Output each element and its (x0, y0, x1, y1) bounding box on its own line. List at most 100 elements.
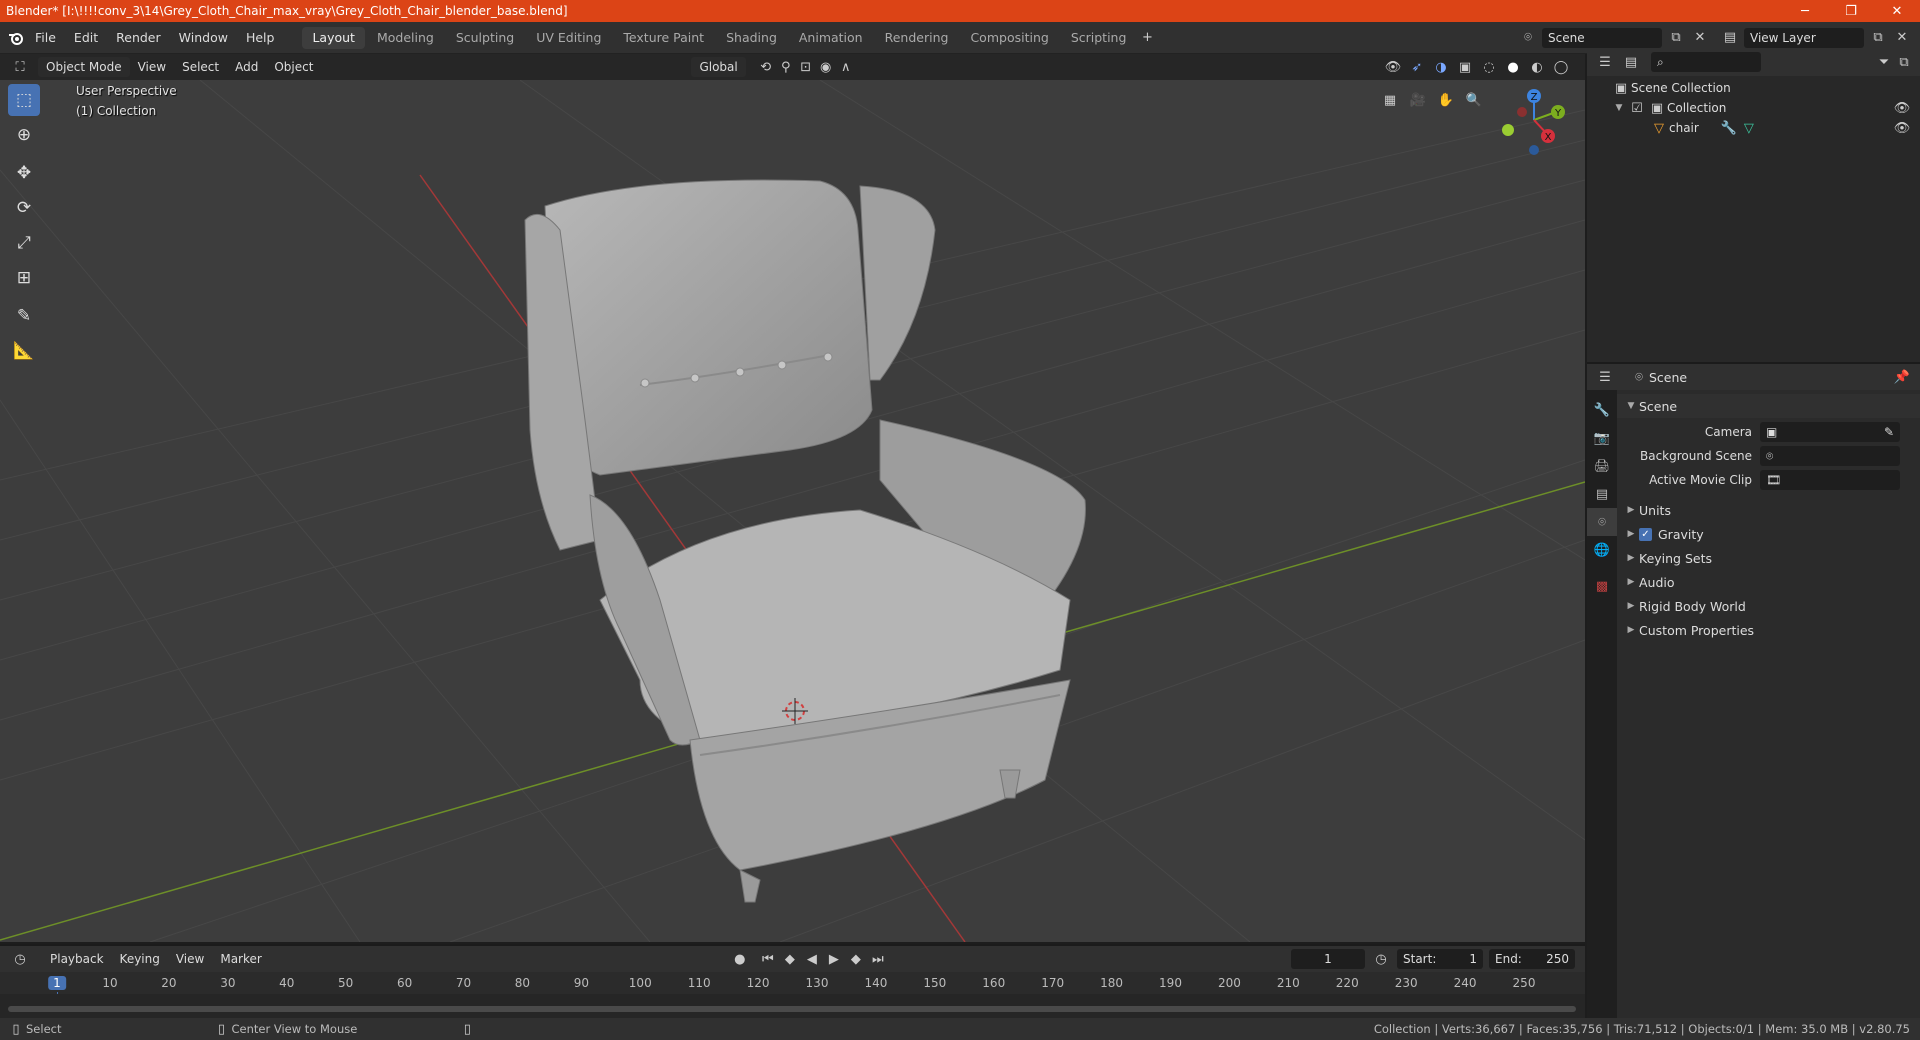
minimize-button[interactable]: ─ (1782, 4, 1828, 19)
output-tab-icon[interactable]: 🖨 (1587, 452, 1617, 480)
measure-tool[interactable]: 📐 (8, 335, 40, 367)
timeline-scrollbar[interactable] (8, 1006, 1576, 1012)
tab-scripting[interactable]: Scripting (1061, 27, 1137, 49)
properties-editor-icon[interactable]: ☰ (1595, 367, 1615, 387)
modifier-wrench-icon[interactable]: 🔧 (1719, 118, 1739, 138)
close-button[interactable]: ✕ (1874, 4, 1920, 19)
scale-tool[interactable]: ⤢ (8, 227, 40, 259)
world-tab-icon[interactable]: 🌐 (1587, 536, 1617, 564)
play-reverse-icon[interactable]: ◀ (802, 949, 822, 969)
timeline-menu-marker[interactable]: Marker (212, 949, 269, 969)
tool-tab-icon[interactable]: 🔧 (1587, 396, 1617, 424)
transform-orientation-dropdown[interactable]: Global (691, 57, 746, 77)
prev-keyframe-icon[interactable]: ◆ (780, 949, 800, 969)
restore-button[interactable]: ❐ (1828, 4, 1874, 19)
current-frame-indicator[interactable]: 1 (48, 976, 66, 990)
scene-panel-header[interactable]: ▼ Scene (1617, 394, 1920, 418)
rotate-tool[interactable]: ⟳ (8, 192, 40, 224)
play-icon[interactable]: ▶ (824, 949, 844, 969)
viewport-menu-add[interactable]: Add (227, 57, 266, 77)
scene-icon[interactable]: ⌾ (1518, 28, 1538, 48)
viewport-menu-object[interactable]: Object (266, 57, 321, 77)
units-panel[interactable]: ▶ Units (1617, 498, 1920, 522)
display-mode-icon[interactable]: ▤ (1621, 52, 1641, 72)
outliner-chair-row[interactable]: ▽ chair 🔧 ▽ 👁 (1587, 118, 1920, 138)
filter-icon[interactable]: ⏷ (1874, 52, 1894, 72)
outliner-collection-row[interactable]: ▼ ☑ ▣ Collection 👁 (1587, 98, 1920, 118)
overlay-toggle-icon[interactable]: ◑ (1431, 57, 1451, 77)
custom-properties-panel[interactable]: ▶ Custom Properties (1617, 618, 1920, 642)
pin-icon[interactable]: 📌 (1892, 367, 1912, 387)
tab-shading[interactable]: Shading (716, 27, 787, 49)
preview-range-icon[interactable]: ◷ (1371, 949, 1391, 969)
tab-texture-paint[interactable]: Texture Paint (613, 27, 714, 49)
menu-file[interactable]: File (26, 22, 65, 54)
keying-sets-panel[interactable]: ▶ Keying Sets (1617, 546, 1920, 570)
record-icon[interactable]: ● (730, 949, 750, 969)
tab-sculpting[interactable]: Sculpting (446, 27, 524, 49)
tab-rendering[interactable]: Rendering (875, 27, 959, 49)
pan-hand-icon[interactable]: ✋ (1436, 90, 1456, 110)
tab-animation[interactable]: Animation (789, 27, 873, 49)
menu-window[interactable]: Window (170, 22, 237, 54)
timeline-editor-icon[interactable]: ◷ (10, 949, 30, 969)
snap-icon[interactable]: ⚲ (776, 57, 796, 77)
object-mode-dropdown[interactable]: Object Mode (38, 57, 130, 77)
shading-solid-icon[interactable]: ● (1503, 57, 1523, 77)
falloff-icon[interactable]: ∧ (836, 57, 856, 77)
gravity-checkbox[interactable]: ✓ (1639, 527, 1652, 541)
gravity-panel[interactable]: ▶ ✓ Gravity (1617, 522, 1920, 546)
new-scene-icon[interactable]: ⧉ (1666, 28, 1686, 48)
audio-panel[interactable]: ▶ Audio (1617, 570, 1920, 594)
gizmo-toggle-icon[interactable]: ➶ (1407, 57, 1427, 77)
active-movie-clip-field[interactable]: 🎞 (1760, 470, 1900, 490)
current-frame-field[interactable]: 1 (1291, 949, 1365, 969)
timeline-body[interactable] (0, 994, 1585, 1018)
new-view-layer-icon[interactable]: ⧉ (1868, 28, 1888, 48)
start-frame-field[interactable]: Start: 1 (1397, 949, 1483, 969)
shading-wireframe-icon[interactable]: ◌ (1479, 57, 1499, 77)
add-workspace-icon[interactable]: + (1137, 28, 1157, 48)
viewport-menu-view[interactable]: View (130, 57, 174, 77)
scene-tab-icon[interactable]: ⌾ (1587, 508, 1617, 536)
blender-logo-icon[interactable] (6, 28, 26, 48)
cursor-tool[interactable]: ⊕ (8, 119, 40, 151)
view-layer-icon[interactable]: ▤ (1720, 28, 1740, 48)
timeline-menu-playback[interactable]: Playback (42, 949, 112, 969)
mesh-data-icon[interactable]: ▽ (1739, 118, 1759, 138)
delete-view-layer-icon[interactable]: ✕ (1892, 28, 1912, 48)
texture-tab-icon[interactable]: ▩ (1587, 572, 1617, 600)
camera-view-icon[interactable]: 🎥 (1408, 90, 1428, 110)
new-collection-icon[interactable]: ⧉ (1894, 52, 1914, 72)
collection-checkbox-icon[interactable]: ☑ (1627, 98, 1647, 118)
editor-type-icon[interactable]: ⛶ (10, 57, 30, 77)
outliner-search-input[interactable]: ⌕ (1651, 52, 1761, 72)
3d-viewport[interactable]: User Perspective (1) Collection ▦ 🎥 ✋ 🔍 … (0, 80, 1585, 942)
timeline-menu-keying[interactable]: Keying (112, 949, 168, 969)
viewport-menu-select[interactable]: Select (174, 57, 227, 77)
select-box-tool[interactable]: ⬚ (8, 84, 40, 116)
end-frame-field[interactable]: End: 250 (1489, 949, 1575, 969)
outliner-editor-icon[interactable]: ☰ (1595, 52, 1615, 72)
expand-collection-icon[interactable]: ▼ (1611, 103, 1627, 113)
shading-rendered-icon[interactable]: ◯ (1551, 57, 1571, 77)
chair-visibility-icon[interactable]: 👁 (1892, 118, 1912, 138)
navigation-gizmo[interactable]: Z Y X (1490, 86, 1570, 166)
timeline-ruler[interactable]: 1 10 20 30 40 50 60 70 80 90 100 110 120 130 140 150 160… (0, 972, 1585, 1018)
jump-start-icon[interactable]: ⏮ (758, 949, 778, 969)
view-layer-tab-icon[interactable]: ▤ (1587, 480, 1617, 508)
tab-layout[interactable]: Layout (302, 26, 365, 49)
transform-tool[interactable]: ⊞ (8, 262, 40, 294)
scene-selector[interactable]: Scene (1542, 27, 1662, 48)
toggle-grid-icon[interactable]: ▦ (1380, 90, 1400, 110)
render-tab-icon[interactable]: 📷 (1587, 424, 1617, 452)
menu-edit[interactable]: Edit (65, 22, 107, 54)
shading-material-icon[interactable]: ◐ (1527, 57, 1547, 77)
view-layer-selector[interactable]: View Layer (1744, 27, 1864, 48)
visibility-icon[interactable]: 👁 (1383, 57, 1403, 77)
outliner-scene-collection[interactable]: ▣ Scene Collection (1587, 78, 1920, 98)
collection-visibility-icon[interactable]: 👁 (1892, 98, 1912, 118)
background-scene-field[interactable]: ⌾ (1760, 446, 1900, 466)
proportional-edit-icon[interactable]: ◉ (816, 57, 836, 77)
delete-scene-icon[interactable]: ✕ (1690, 28, 1710, 48)
